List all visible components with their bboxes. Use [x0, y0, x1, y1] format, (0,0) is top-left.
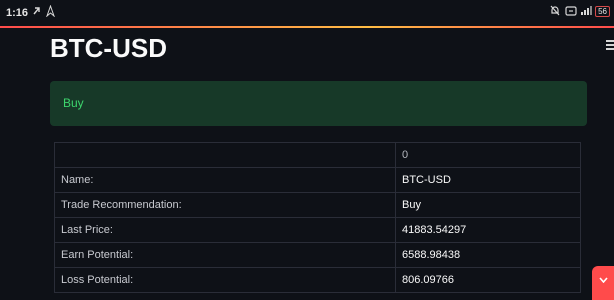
table-row: Trade Recommendation: Buy	[54, 192, 581, 218]
column-header-cell: 0	[395, 142, 581, 168]
row-label: Trade Recommendation:	[54, 192, 396, 218]
table-row: Last Price: 41883.54297	[54, 217, 581, 243]
status-left-icons	[31, 4, 55, 18]
row-value: 806.09766	[395, 267, 581, 293]
table-row: Name: BTC-USD	[54, 167, 581, 193]
row-label: Name:	[54, 167, 396, 193]
alert-text: Buy	[63, 96, 84, 110]
row-label: Loss Potential:	[54, 267, 396, 293]
row-value: 6588.98438	[395, 242, 581, 268]
link-icon	[31, 5, 41, 17]
table-row: Earn Potential: 6588.98438	[54, 242, 581, 268]
row-label: Last Price:	[54, 217, 396, 243]
row-value: BTC-USD	[395, 167, 581, 193]
page-title: BTC-USD	[50, 33, 167, 63]
battery-icon: 56	[595, 5, 610, 17]
floating-action-button[interactable]	[592, 266, 614, 300]
row-value: Buy	[395, 192, 581, 218]
status-right-icons: 56	[550, 5, 610, 17]
row-value: 41883.54297	[395, 217, 581, 243]
hamburger-menu-icon[interactable]	[606, 40, 614, 50]
mute-icon	[550, 5, 560, 17]
wifi-icon	[565, 5, 577, 17]
chevron-down-icon	[599, 277, 608, 284]
status-time: 1:16	[6, 7, 29, 19]
table-header-row: 0	[54, 142, 581, 168]
trade-data-table: 0 Name: BTC-USD Trade Recommendation: Bu…	[54, 142, 581, 293]
row-label: Earn Potential:	[54, 242, 396, 268]
header-accent-line	[0, 26, 614, 28]
recommendation-alert: Buy	[50, 81, 587, 126]
index-header-cell	[54, 142, 396, 168]
status-bar: 1:16 56	[0, 0, 614, 26]
signal-icon	[580, 5, 593, 17]
navigation-icon	[45, 4, 55, 18]
table-row: Loss Potential: 806.09766	[54, 267, 581, 293]
